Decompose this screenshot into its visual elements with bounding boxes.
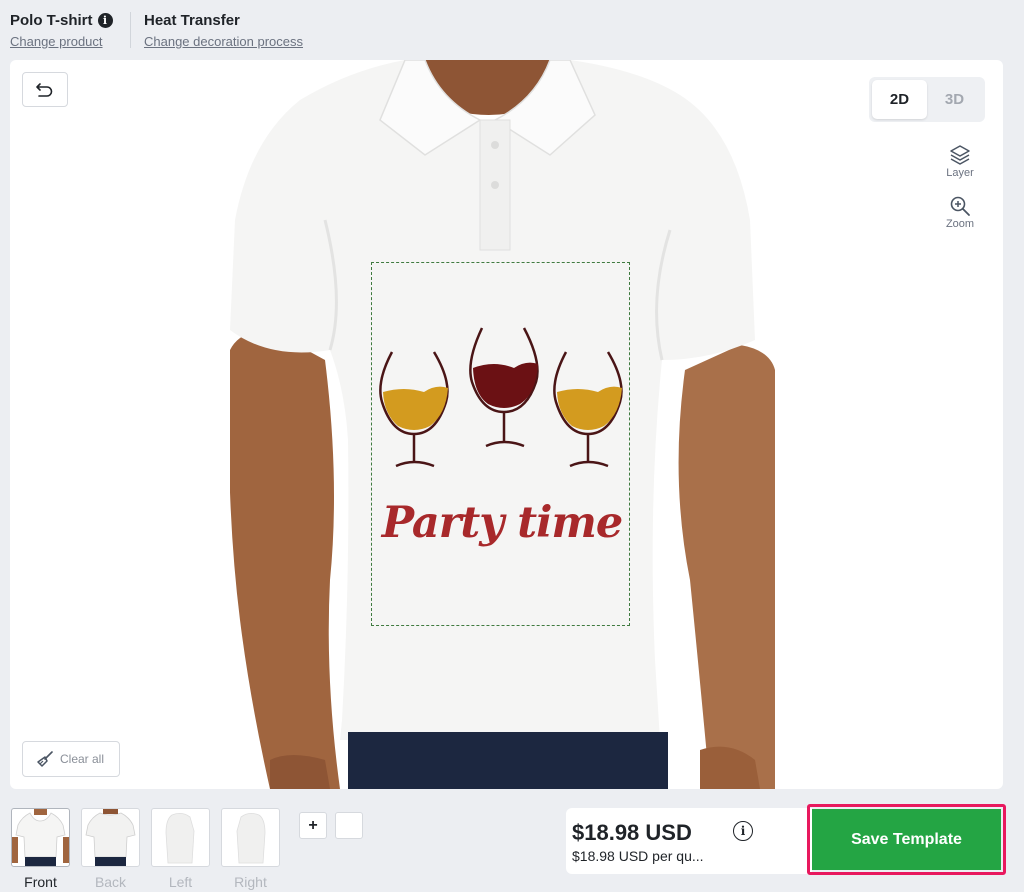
- change-product-link[interactable]: Change product: [10, 34, 113, 49]
- header-divider: [130, 12, 131, 48]
- zoom-in-icon: [950, 196, 970, 216]
- product-title: Polo T-shirt: [10, 12, 93, 29]
- back-view-image: [85, 809, 136, 866]
- layers-icon: [950, 145, 970, 165]
- layer-tool[interactable]: Layer: [943, 144, 977, 179]
- price-info-icon[interactable]: i: [733, 821, 753, 841]
- zoom-label: Zoom: [945, 218, 975, 230]
- product-title-row: Polo T-shirt i: [10, 12, 113, 29]
- front-view-image: [12, 809, 69, 866]
- broom-icon: [37, 751, 53, 767]
- design-canvas[interactable]: Party time 2D 3D Layer Zoom Clear all: [10, 60, 1003, 789]
- view-thumb-front[interactable]: [11, 808, 70, 867]
- view-thumb-right[interactable]: [221, 808, 280, 867]
- undo-button[interactable]: [22, 72, 68, 107]
- add-view-button[interactable]: +: [299, 812, 327, 839]
- product-info: Polo T-shirt i Change product: [10, 12, 113, 49]
- view-label-right: Right: [234, 874, 267, 890]
- view-3d-button[interactable]: 3D: [927, 80, 982, 119]
- right-view-image: [236, 813, 266, 864]
- price-per-quantity: $18.98 USD per qu...: [572, 848, 704, 864]
- save-template-button[interactable]: Save Template: [812, 809, 1001, 870]
- info-icon[interactable]: i: [97, 13, 113, 28]
- view-label-left: Left: [168, 874, 193, 890]
- zoom-tool[interactable]: Zoom: [943, 195, 977, 230]
- view-thumb-left[interactable]: [151, 808, 210, 867]
- price-panel: $18.98 USD $18.98 USD per qu... i: [566, 808, 812, 874]
- price-total: $18.98 USD: [572, 820, 692, 845]
- process-info: Heat Transfer Change decoration process: [144, 12, 303, 49]
- header: Polo T-shirt i Change product Heat Trans…: [0, 0, 1024, 56]
- clear-all-button[interactable]: Clear all: [22, 741, 120, 777]
- layer-label: Layer: [946, 167, 974, 179]
- change-process-link[interactable]: Change decoration process: [144, 34, 303, 49]
- view-label-front: Front: [24, 874, 57, 890]
- view-mode-toggle[interactable]: 2D 3D: [869, 77, 985, 122]
- left-view-image: [165, 813, 195, 864]
- wine-glasses-graphic[interactable]: [374, 322, 630, 474]
- design-text[interactable]: Party time: [374, 498, 630, 548]
- view-thumb-back[interactable]: [81, 808, 140, 867]
- undo-icon: [36, 82, 53, 97]
- clear-all-label: Clear all: [60, 752, 105, 766]
- view-2d-button[interactable]: 2D: [872, 80, 927, 119]
- view-label-back: Back: [94, 874, 127, 890]
- color-swatch-button[interactable]: [335, 812, 363, 839]
- process-title: Heat Transfer: [144, 12, 240, 29]
